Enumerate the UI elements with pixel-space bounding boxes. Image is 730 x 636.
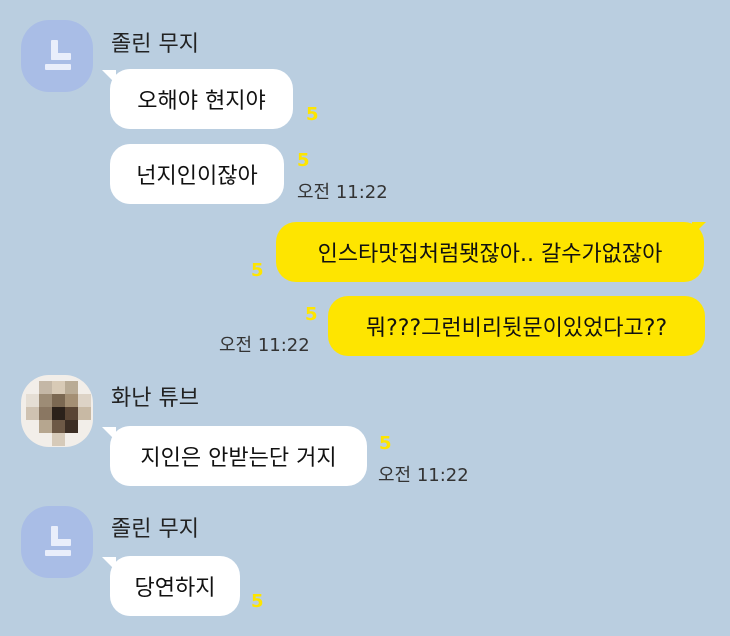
unread-count: 5 — [305, 304, 318, 325]
message-bubble[interactable]: 지인은 안받는단 거지 — [110, 426, 367, 486]
unread-count: 5 — [306, 104, 319, 125]
profile-photo-avatar[interactable] — [21, 375, 93, 447]
sender-name: 화난 튜브 — [111, 386, 199, 411]
unread-count: 5 — [379, 433, 392, 454]
avatar-default-icon[interactable] — [21, 20, 93, 92]
unread-count: 5 — [251, 260, 264, 281]
message-time: 오전 11:22 — [219, 335, 310, 356]
message-bubble[interactable]: 넌지인이잖아 — [110, 144, 284, 204]
sender-name: 졸린 무지 — [111, 517, 199, 542]
unread-count: 5 — [251, 591, 264, 612]
sender-name: 졸린 무지 — [111, 32, 199, 57]
avatar-default-icon[interactable] — [21, 506, 93, 578]
message-bubble[interactable]: 인스타맛집처럼됏잖아.. 갈수가없잖아 — [276, 222, 704, 282]
message-bubble[interactable]: 당연하지 — [110, 556, 240, 616]
message-bubble[interactable]: 오해야 현지야 — [110, 69, 293, 129]
message-time: 오전 11:22 — [297, 182, 388, 203]
message-bubble[interactable]: 뭐???그런비리뒷문이있었다고?? — [328, 296, 705, 356]
message-time: 오전 11:22 — [378, 465, 469, 486]
unread-count: 5 — [297, 150, 310, 171]
